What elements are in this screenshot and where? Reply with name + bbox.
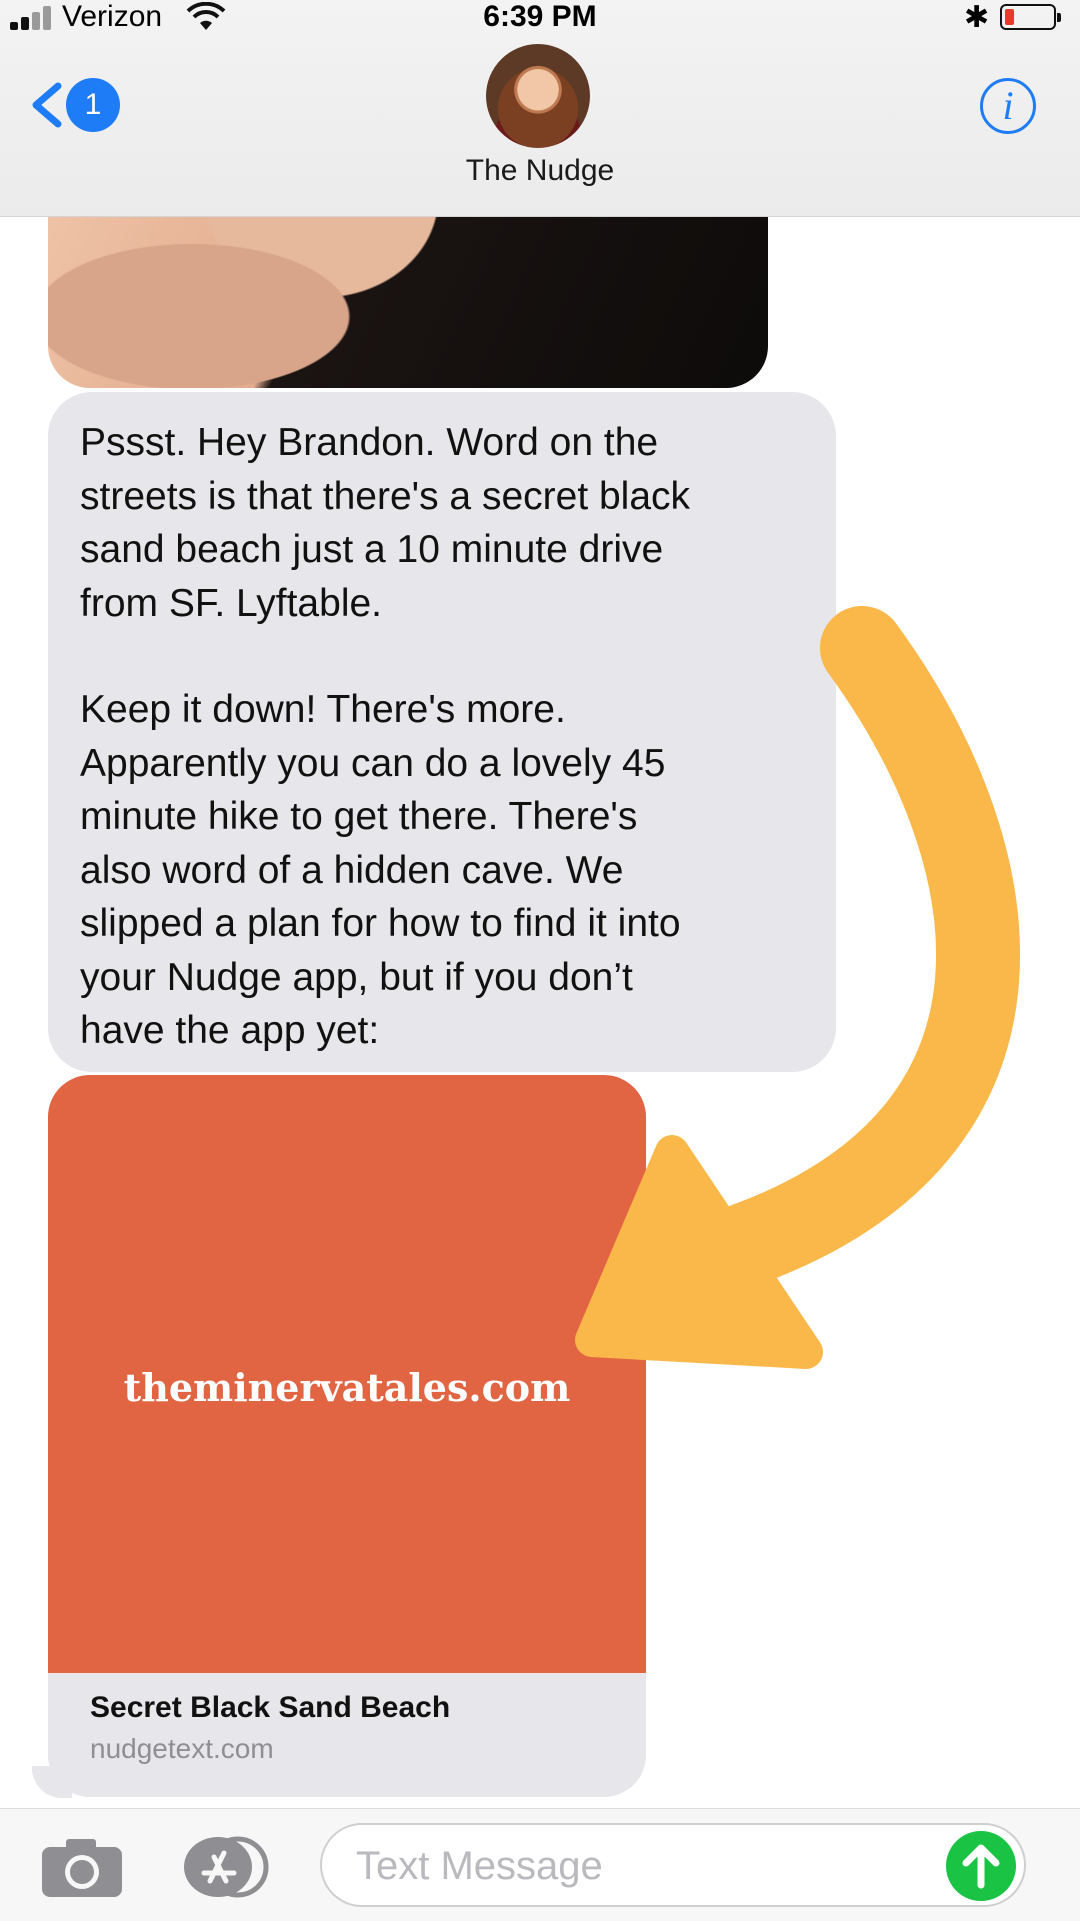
- message-text-field[interactable]: [354, 1835, 918, 1897]
- chevron-left-icon: [32, 82, 62, 128]
- send-arrow-icon: [962, 1844, 1000, 1889]
- link-preview-title: Secret Black Sand Beach: [90, 1691, 451, 1724]
- link-preview-card[interactable]: theminervatales.com Secret Black Sand Be…: [48, 1075, 646, 1797]
- message-composer: [0, 1808, 1080, 1921]
- back-button[interactable]: 1: [26, 74, 126, 136]
- camera-icon[interactable]: [40, 1837, 124, 1899]
- message-paragraph: Pssst. Hey Brandon. Word on the streets …: [80, 421, 691, 625]
- info-button[interactable]: i: [980, 78, 1036, 134]
- link-preview-domain: nudgetext.com: [90, 1733, 274, 1764]
- send-button[interactable]: [946, 1831, 1016, 1901]
- status-bar: Verizon 6:39 PM ✱: [0, 0, 1080, 40]
- battery-level: [1005, 9, 1014, 25]
- message-paragraph: Keep it down! There's more. Apparently y…: [80, 688, 681, 1052]
- watermark-text: theminervatales.com: [123, 1365, 571, 1410]
- status-time: 6:39 PM: [483, 0, 597, 33]
- contact-avatar[interactable]: [486, 44, 590, 148]
- app-store-icon[interactable]: [180, 1835, 272, 1899]
- contact-name[interactable]: The Nudge: [0, 154, 1080, 188]
- battery-icon: [1000, 4, 1061, 30]
- unread-count-badge: 1: [66, 78, 120, 132]
- incoming-message-bubble[interactable]: Pssst. Hey Brandon. Word on the streets …: [48, 392, 836, 1072]
- bluetooth-icon: ✱: [964, 1, 990, 34]
- link-preview-image: theminervatales.com: [48, 1075, 646, 1673]
- message-input-container[interactable]: [320, 1823, 1026, 1907]
- conversation-header: Verizon 6:39 PM ✱ 1 The Nudge i: [0, 0, 1080, 217]
